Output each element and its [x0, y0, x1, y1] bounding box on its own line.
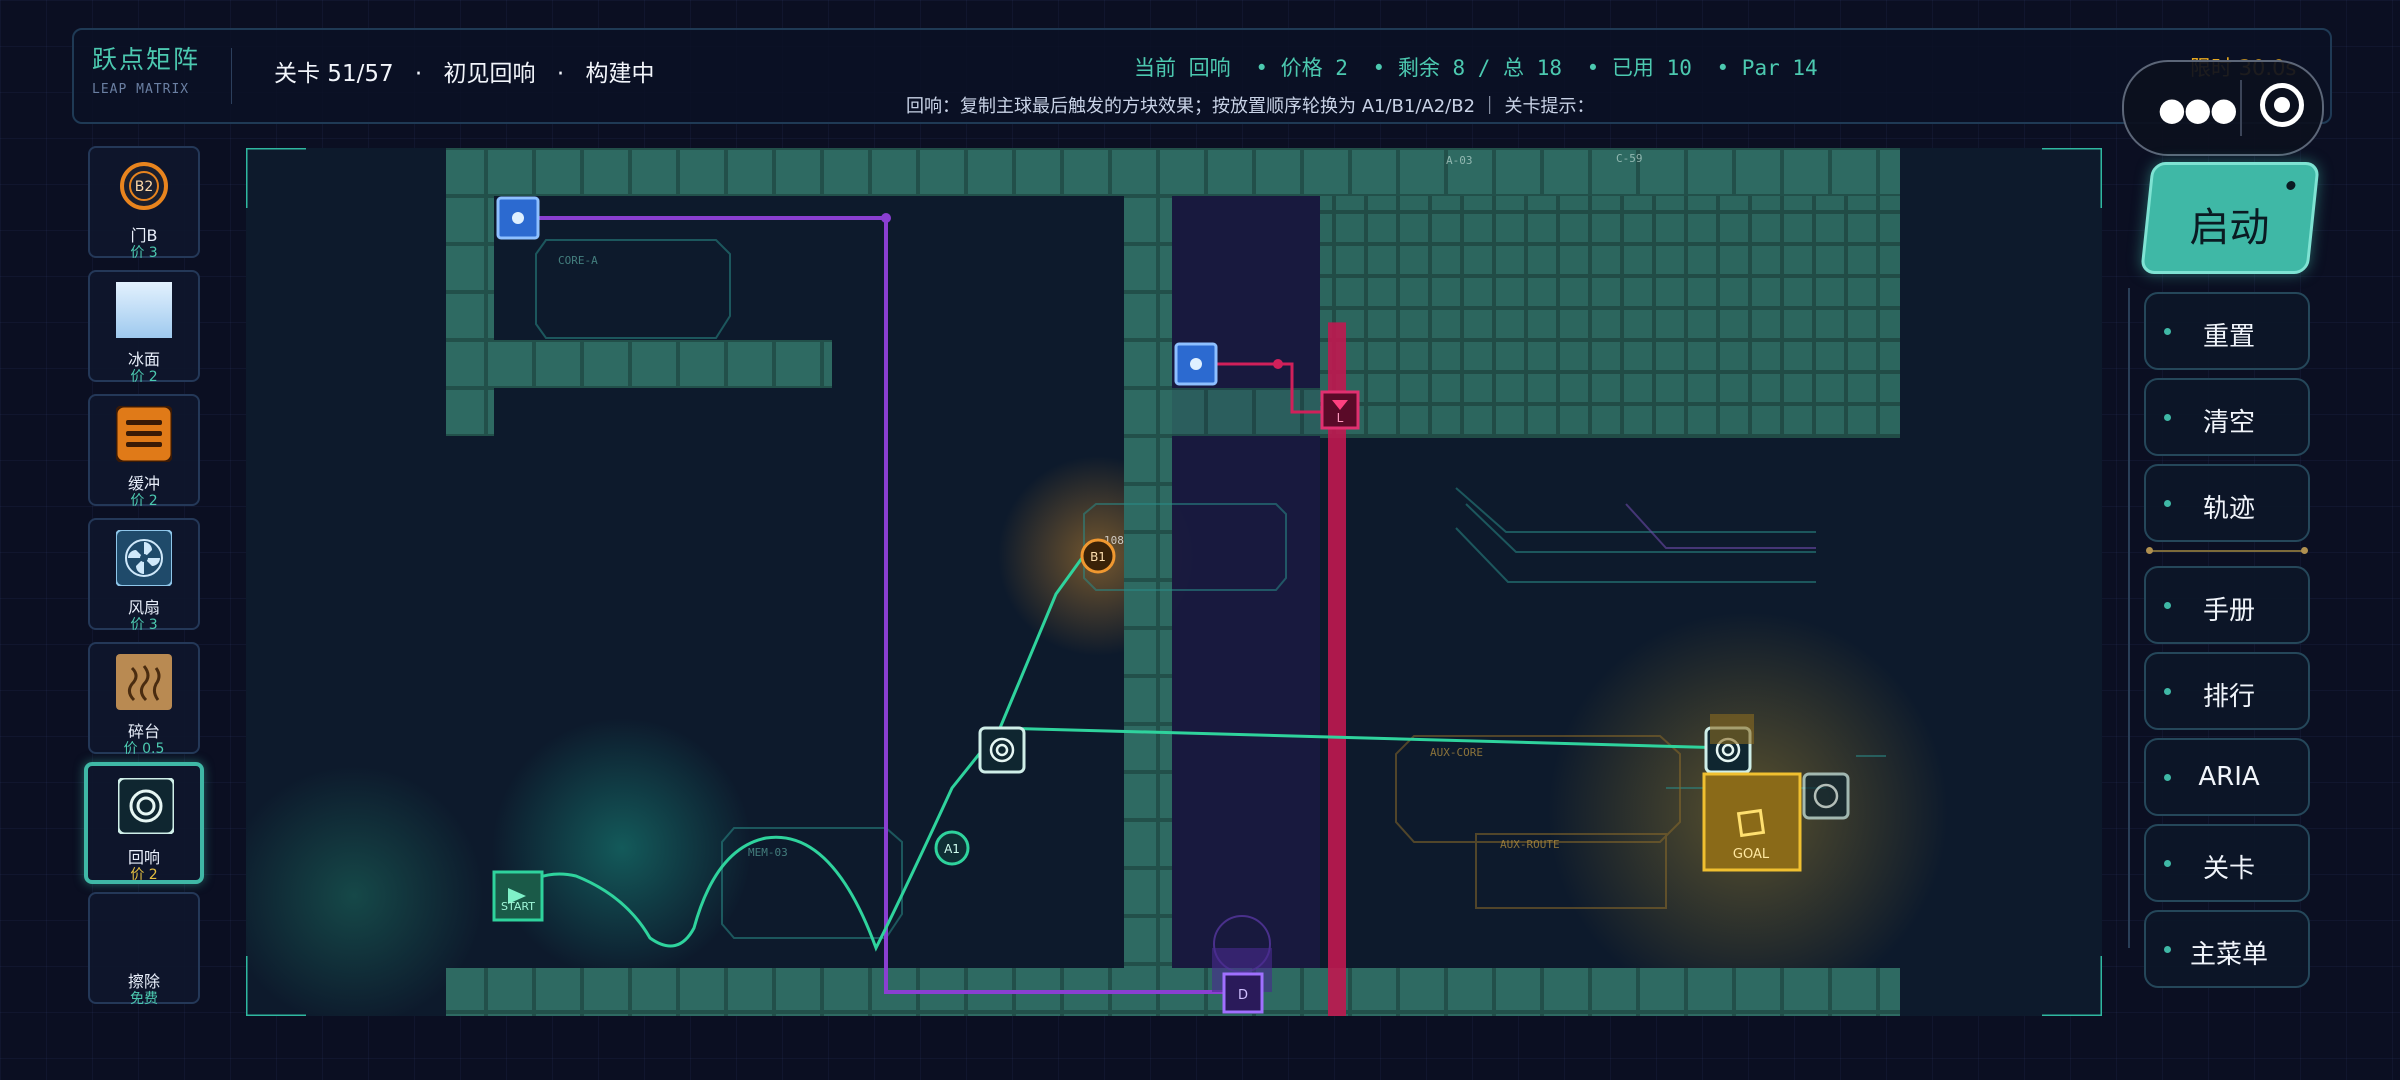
palette-item-crumble[interactable]: 碎台 价 0.5: [88, 642, 200, 757]
levels-button-label: 关卡: [2202, 854, 2255, 884]
palette-item-buffer[interactable]: 缓冲 价 2: [88, 394, 200, 509]
portal-blue-mid[interactable]: [1174, 342, 1218, 386]
gate-b-icon: B2: [120, 162, 168, 210]
deco-label-aux-route: AUX-ROUTE: [1500, 838, 1560, 851]
purple-wire-joint: [881, 213, 891, 223]
stat-par: • Par 14: [1716, 56, 1818, 80]
start-pad[interactable]: START: [492, 870, 544, 922]
palette-item-price: 价 2: [130, 867, 158, 883]
wall-left-upper: [446, 196, 494, 436]
wall-top: [446, 148, 1900, 196]
build-state: 构建中: [585, 61, 655, 87]
palette-item-ice[interactable]: 冰面 价 2: [88, 270, 200, 385]
levels-button[interactable]: 关卡: [2144, 824, 2310, 902]
fan-icon: [116, 530, 172, 586]
buffer-icon: [116, 406, 172, 462]
clear-button-label: 清空: [2202, 408, 2255, 438]
wall-middle-column: [1124, 196, 1172, 968]
manual-button-label: 手册: [2202, 596, 2255, 626]
laser-emitter[interactable]: L: [1320, 390, 1360, 430]
echo-block-placed-3[interactable]: [1802, 772, 1850, 820]
game-logo: 跃点矩阵 LEAP MATRIX: [92, 40, 200, 97]
trajectory-button[interactable]: 轨迹: [2144, 464, 2310, 542]
stat-remaining: • 剩余 8 / 总 18: [1372, 56, 1562, 80]
level-number: 关卡 51/57: [274, 61, 394, 87]
logo-subtitle: LEAP MATRIX: [92, 82, 190, 97]
main-menu-button[interactable]: 主菜单: [2144, 910, 2310, 988]
palette-item-price: 免费: [130, 991, 158, 1007]
palette-item-eraser[interactable]: 擦除 免费: [88, 892, 200, 1007]
leaderboard-button-label: 排行: [2202, 682, 2255, 712]
game-board[interactable]: CORE-A MEM-03 AUX-CORE AUX-ROUTE A-03 C-…: [246, 148, 2102, 1016]
stat-used: • 已用 10: [1586, 56, 1692, 80]
trajectory-button-label: 轨迹: [2202, 494, 2255, 524]
wall-block-right: [1320, 196, 1900, 438]
logo-title: 跃点矩阵: [92, 45, 201, 74]
dot-separator: ·: [414, 61, 423, 87]
palette-item-price: 价 3: [130, 245, 158, 261]
level-hint: 回响：复制主球最后触发的方块效果；按放置顺序轮换为 A1/B1/A2/B2 ｜ …: [906, 96, 1595, 117]
gate-node-b1[interactable]: B1: [1080, 538, 1116, 574]
goal-label: GOAL: [1733, 847, 1770, 862]
deco-label-core-a: CORE-A: [558, 254, 598, 267]
reset-button-label: 重置: [2202, 322, 2255, 352]
level-name: 初见回响: [443, 61, 536, 87]
gate-b-icon-text: B2: [135, 179, 154, 195]
echo-block-placed-1[interactable]: [978, 726, 1026, 774]
portal-blue-top-left[interactable]: [496, 196, 540, 240]
level-info: 关卡 51/57 · 初见回响 · 构建中: [274, 54, 668, 88]
clear-button[interactable]: 清空: [2144, 378, 2310, 456]
capsule-divider: [2240, 80, 2242, 136]
top-header-bar: 跃点矩阵 LEAP MATRIX 关卡 51/57 · 初见回响 · 构建中 当…: [72, 28, 2332, 124]
main-menu-button-label: 主菜单: [2189, 940, 2268, 970]
crumble-icon: [116, 654, 172, 710]
echo-node-a1[interactable]: A1: [934, 830, 970, 866]
palette-item-price: 价 2: [130, 369, 158, 385]
laser-emitter-label: L: [1337, 411, 1344, 425]
echo-icon: [118, 778, 174, 834]
deco-label-c59: C-59: [1616, 152, 1643, 165]
ice-icon: [116, 282, 172, 338]
echo-glow: [492, 718, 752, 978]
deco-label-mem: MEM-03: [748, 846, 788, 859]
start-button-label: 启动: [2189, 205, 2270, 251]
right-panel-separator: [2146, 547, 2308, 554]
header-divider: [231, 48, 232, 104]
right-panel-rail: [2128, 288, 2134, 948]
palette-item-price: 价 2: [130, 493, 158, 509]
wall-shelf: [494, 340, 832, 388]
palette-item-gate-b[interactable]: B2 门B 价 3: [88, 146, 200, 261]
aria-button[interactable]: ARIA: [2144, 738, 2310, 816]
deco-label-aux-core: AUX-CORE: [1430, 746, 1483, 759]
palette-item-fan[interactable]: 风扇 价 3: [88, 518, 200, 633]
node-d-label: D: [1238, 988, 1248, 1003]
aria-button-label: ARIA: [2198, 762, 2260, 792]
palette-item-price: 价 3: [130, 617, 158, 633]
magenta-wire-joint: [1273, 359, 1283, 369]
leaderboard-button[interactable]: 排行: [2144, 652, 2310, 730]
purple-zone: [1172, 194, 1320, 974]
palette-item-price: 价 0.5: [123, 741, 165, 757]
miniprogram-capsule: ●●●: [2122, 60, 2324, 156]
echo-node-a1-label: A1: [944, 842, 960, 856]
stat-current-block: 当前 回响: [1134, 56, 1231, 80]
start-label: START: [501, 900, 535, 913]
gate-node-b1-label: B1: [1090, 550, 1106, 564]
dot-separator: ·: [556, 61, 565, 87]
palette-item-echo[interactable]: 回响 价 2: [84, 762, 204, 884]
deco-label-a03: A-03: [1446, 154, 1473, 167]
level-stats: 当前 回响 • 价格 2 • 剩余 8 / 总 18 • 已用 10 • Par…: [1134, 52, 1830, 82]
start-run-button[interactable]: 启动: [2140, 162, 2320, 274]
stat-price: • 价格 2: [1255, 56, 1348, 80]
reset-button[interactable]: 重置: [2144, 292, 2310, 370]
manual-button[interactable]: 手册: [2144, 566, 2310, 644]
more-menu-icon[interactable]: ●●●: [2158, 90, 2238, 128]
start-button-dot: [2285, 181, 2296, 190]
close-target-icon[interactable]: [2260, 83, 2304, 127]
